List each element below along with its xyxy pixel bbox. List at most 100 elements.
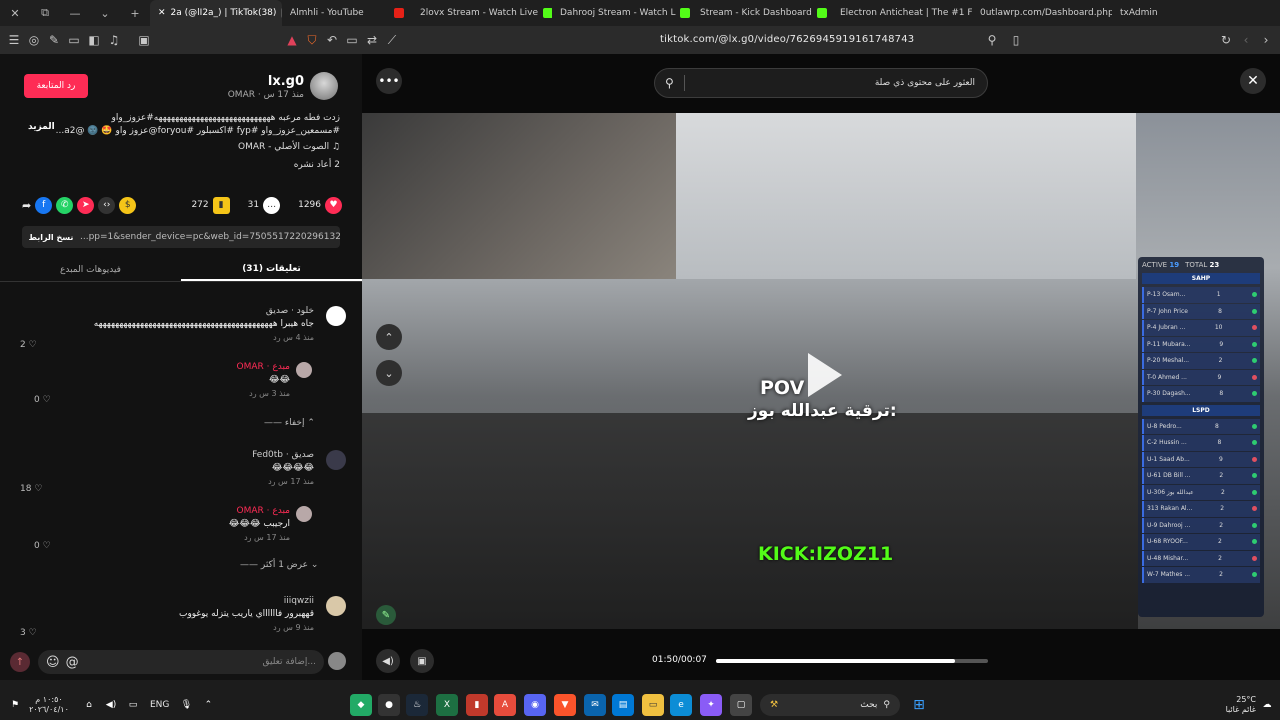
task-view-icon[interactable]: ▢ xyxy=(730,694,752,716)
comment-meta[interactable]: منذ 9 س رد xyxy=(18,623,314,632)
tab-2lovx[interactable]: 2lovx Stream - Watch Live xyxy=(412,0,552,26)
restore-window-icon[interactable]: ⧉ xyxy=(30,0,60,26)
next-video-button[interactable]: ⌄ xyxy=(376,360,402,386)
close-icon[interactable]: ✕ xyxy=(1240,68,1266,94)
comment-like[interactable]: 0 ♡ xyxy=(34,541,51,551)
music-icon[interactable]: ♫ xyxy=(104,30,124,50)
tab-close-icon[interactable]: ✕ xyxy=(158,8,166,18)
battery-icon[interactable]: ▭ xyxy=(122,694,144,716)
comment-input[interactable]: ☺ @ إضافة تعليق... xyxy=(38,650,324,674)
brave-icon[interactable]: ▼ xyxy=(554,694,576,716)
tab-dahrooj[interactable]: Dahrooj Stream - Watch L xyxy=(552,0,692,26)
network-icon[interactable]: ⌂ xyxy=(78,694,100,716)
tab-tiktok[interactable]: ✕ 2a (@lI2a_) | TikTok(38) xyxy=(150,0,282,26)
heart-icon[interactable]: ♥ xyxy=(325,196,342,214)
search-input[interactable]: العثور على محتوى ذي صلة xyxy=(875,78,975,88)
tab-list-icon[interactable]: ⌄ xyxy=(90,0,120,26)
brave-rewards-icon[interactable]: ▲ xyxy=(282,30,302,50)
comment-like[interactable]: 0 ♡ xyxy=(34,395,51,405)
whatsapp-icon[interactable]: ✆ xyxy=(56,196,74,214)
show-more-replies-button[interactable]: —— عرض 1 أكثر ⌄ xyxy=(240,560,318,570)
comment-author[interactable]: OMAR · مبدع xyxy=(48,362,290,372)
site-settings-icon[interactable]: ⚲ xyxy=(982,30,1002,50)
bookmark-icon[interactable]: ▮ xyxy=(212,196,230,214)
progress-bar[interactable] xyxy=(716,659,988,663)
brave-shield-icon[interactable]: ⛉ xyxy=(302,30,322,50)
emoji-icon[interactable]: ☺ xyxy=(46,655,60,670)
weather-icon[interactable]: ☁ xyxy=(1256,694,1278,716)
tabs-icon[interactable]: ▭ xyxy=(64,30,84,50)
send-icon[interactable]: ➤ xyxy=(77,196,95,214)
app-icon-1[interactable]: ◆ xyxy=(350,694,372,716)
tab-kick-dashboard[interactable]: Stream - Kick Dashboard xyxy=(692,0,832,26)
back-history-icon[interactable]: ↶ xyxy=(322,30,342,50)
tab-txadmin[interactable]: txAdmin xyxy=(1112,0,1192,26)
mention-icon[interactable]: @ xyxy=(66,655,79,670)
steam-icon[interactable]: ♨ xyxy=(406,694,428,716)
comment-meta[interactable]: منذ 4 س رد xyxy=(18,333,314,342)
forward-icon[interactable]: › xyxy=(1256,30,1276,50)
previous-video-button[interactable]: ⌃ xyxy=(376,324,402,350)
translate-icon[interactable]: ⇄ xyxy=(362,30,382,50)
follow-back-button[interactable]: رد المتابعة xyxy=(24,74,88,98)
pip-icon[interactable]: ▣ xyxy=(410,649,434,673)
hide-replies-button[interactable]: —— إخفاء ⌃ xyxy=(264,418,315,428)
comment-avatar[interactable] xyxy=(296,362,312,378)
comment-like[interactable]: 3 ♡ xyxy=(20,628,37,638)
file-explorer-icon[interactable]: ▭ xyxy=(642,694,664,716)
sound-link[interactable]: ♫ الصوت الأصلي - OMAR xyxy=(238,142,340,152)
windows-start-icon[interactable]: ⊞ xyxy=(908,694,930,716)
tab-electron[interactable]: Electron Anticheat | The #1 Fi xyxy=(832,0,972,26)
more-options-button[interactable]: ••• xyxy=(376,68,402,94)
microphone-icon[interactable]: 🎙 xyxy=(175,694,197,716)
language-indicator[interactable]: ENG xyxy=(150,700,169,710)
tab-comments[interactable]: (31) تعليقات xyxy=(181,258,362,281)
brush-icon[interactable]: ✎ xyxy=(44,30,64,50)
my-avatar[interactable] xyxy=(328,652,346,670)
comment-icon[interactable]: … xyxy=(263,196,281,214)
weather-widget[interactable]: 25°C غائم غائبا xyxy=(1196,695,1256,715)
comment-avatar[interactable] xyxy=(326,450,346,470)
tab-outlawrp[interactable]: 0utlawrp.com/Dashboard.php xyxy=(972,0,1112,26)
reload-icon[interactable]: ↻ xyxy=(1216,30,1236,50)
coin-icon[interactable]: $ xyxy=(119,196,137,214)
taskbar-search[interactable]: ⚒ بحث ⚲ xyxy=(760,694,900,716)
comment-author[interactable]: OMAR · مبدع xyxy=(48,506,290,516)
comment-author[interactable]: خلود · صديق xyxy=(18,306,314,316)
tab-youtube[interactable]: Almhli - YouTube xyxy=(282,0,412,26)
close-window-icon[interactable]: ✕ xyxy=(0,0,30,26)
comment-avatar[interactable] xyxy=(326,596,346,616)
comment-like[interactable]: 2 ♡ xyxy=(20,340,37,350)
discord-icon[interactable]: ◉ xyxy=(524,694,546,716)
minimize-window-icon[interactable]: — xyxy=(60,0,90,26)
sidebar-icon[interactable]: ◧ xyxy=(84,30,104,50)
new-tab-icon[interactable]: + xyxy=(120,0,150,26)
facebook-icon[interactable]: f xyxy=(35,196,53,214)
tab-creator-videos[interactable]: فيديوهات المبدع xyxy=(0,258,181,281)
copilot-icon[interactable]: ✦ xyxy=(700,694,722,716)
play-icon[interactable] xyxy=(808,353,842,397)
comment-author[interactable]: Fed0tb · صديق xyxy=(18,450,314,460)
share-icon[interactable]: ➦ xyxy=(22,199,31,212)
edge-icon[interactable]: e xyxy=(670,694,692,716)
related-search[interactable]: ⚲ العثور على محتوى ذي صلة xyxy=(654,68,988,98)
app-icon-a[interactable]: A xyxy=(494,694,516,716)
comment-like[interactable]: 18 ♡ xyxy=(20,484,42,494)
volume-icon[interactable]: ◀) xyxy=(376,649,400,673)
bookmark-icon[interactable]: ▯ xyxy=(1006,30,1026,50)
comment-meta[interactable]: منذ 3 س رد xyxy=(48,389,290,398)
excel-icon[interactable]: X xyxy=(436,694,458,716)
creator-avatar[interactable] xyxy=(310,72,338,100)
comment-avatar[interactable] xyxy=(326,306,346,326)
search-icon[interactable]: ⚲ xyxy=(665,76,674,90)
comment-author[interactable]: iiiqwzii xyxy=(18,596,314,606)
app-icon-red[interactable]: ▮ xyxy=(466,694,488,716)
extension-icon[interactable]: ⟋ xyxy=(382,30,402,50)
more-link[interactable]: المزيد xyxy=(28,122,55,132)
copy-link-button[interactable]: نسخ الرابط xyxy=(22,233,80,242)
wallet-icon[interactable]: ▣ xyxy=(134,30,154,50)
outlook-icon[interactable]: ✉ xyxy=(584,694,606,716)
address-bar[interactable]: tiktok.com/@lx.g0/video/7626945919161748… xyxy=(660,34,914,45)
comment-meta[interactable]: منذ 17 س رد xyxy=(48,533,290,542)
notification-icon[interactable]: ⚑ xyxy=(4,694,26,716)
